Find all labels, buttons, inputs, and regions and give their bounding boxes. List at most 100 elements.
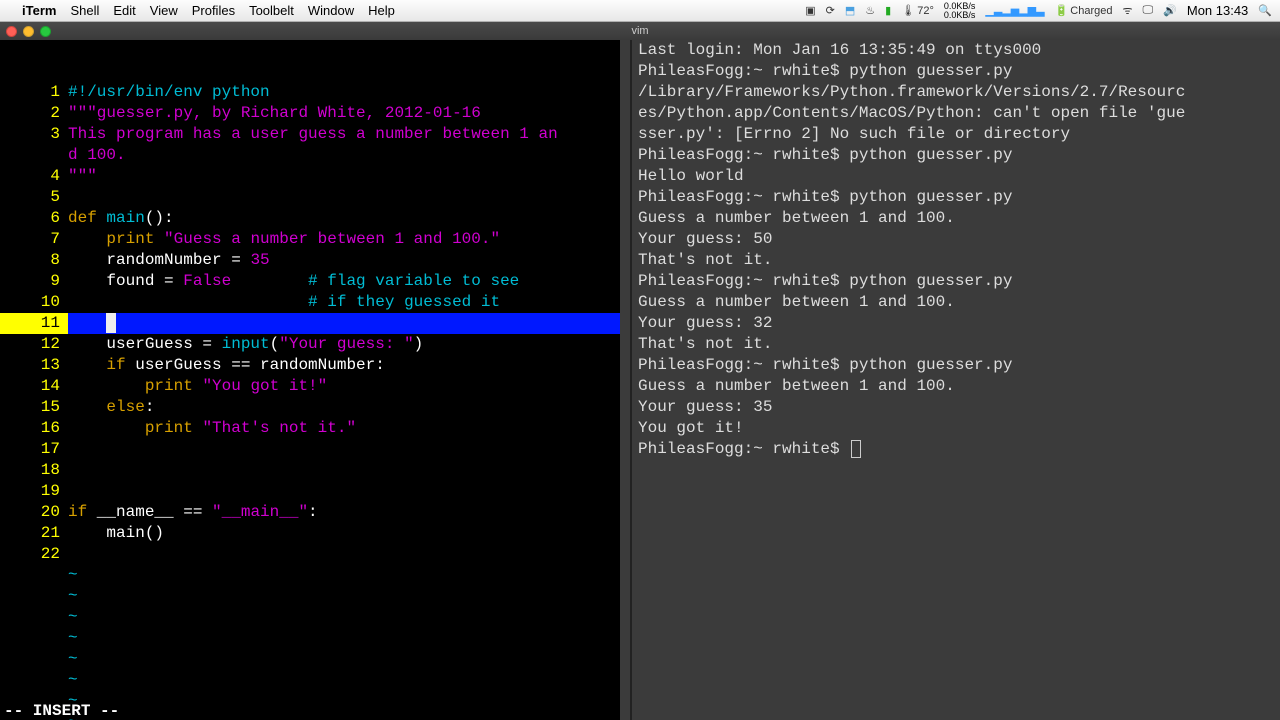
app-name[interactable]: iTerm [22, 3, 56, 18]
code-text: userGuess = input("Your guess: ") [68, 334, 620, 355]
menu-edit[interactable]: Edit [113, 3, 135, 18]
terminal-line: That's not it. [638, 250, 1274, 271]
line-number [0, 145, 68, 166]
code-line[interactable]: 11 [0, 313, 620, 334]
menu-window[interactable]: Window [308, 3, 354, 18]
code-line[interactable]: 7 print "Guess a number between 1 and 10… [0, 229, 620, 250]
code-line[interactable]: 17 [0, 439, 620, 460]
menu-toolbelt[interactable]: Toolbelt [249, 3, 294, 18]
line-number: 14 [0, 376, 68, 397]
menu-profiles[interactable]: Profiles [192, 3, 235, 18]
code-line[interactable]: 12 userGuess = input("Your guess: ") [0, 334, 620, 355]
code-line[interactable]: 1#!/usr/bin/env python [0, 82, 620, 103]
code-line[interactable]: 18 [0, 460, 620, 481]
code-line[interactable]: 13 if userGuess == randomNumber: [0, 355, 620, 376]
code-text: This program has a user guess a number b… [68, 124, 620, 145]
code-text [68, 439, 620, 460]
line-number: 22 [0, 544, 68, 565]
terminal-line: Your guess: 35 [638, 397, 1274, 418]
wifi-icon[interactable]: ᯤ [1123, 3, 1133, 18]
network-stats[interactable]: 0.0KB/s0.0KB/s [944, 2, 976, 20]
code-line[interactable]: 14 print "You got it!" [0, 376, 620, 397]
code-line[interactable]: 16 print "That's not it." [0, 418, 620, 439]
vim-mode-status: -- INSERT -- [0, 701, 119, 720]
activity-icon[interactable]: ▮ [885, 4, 891, 17]
clock[interactable]: Mon 13:43 [1187, 3, 1248, 18]
zoom-button[interactable] [40, 26, 51, 37]
line-number: 2 [0, 103, 68, 124]
vim-tilde: ~ [68, 670, 78, 691]
cursor [106, 313, 116, 333]
display-icon[interactable]: 🖵 [1143, 4, 1154, 17]
vim-tilde: ~ [68, 586, 78, 607]
menu-view[interactable]: View [150, 3, 178, 18]
vim-editor-pane[interactable]: 1#!/usr/bin/env python2"""guesser.py, by… [0, 40, 620, 720]
terminal-line: sser.py': [Errno 2] No such file or dire… [638, 124, 1274, 145]
code-line[interactable]: 6def main(): [0, 208, 620, 229]
temp-indicator[interactable]: 🌡72° [901, 4, 934, 17]
dropbox-icon[interactable]: ⬒ [845, 4, 855, 17]
code-line[interactable]: 20if __name__ == "__main__": [0, 502, 620, 523]
vim-tilde: ~ [68, 649, 78, 670]
line-number: 10 [0, 292, 68, 313]
code-text [68, 481, 620, 502]
line-number: 20 [0, 502, 68, 523]
code-line[interactable]: d 100. [0, 145, 620, 166]
traffic-lights [6, 26, 51, 37]
volume-icon[interactable]: 🔊 [1163, 4, 1177, 17]
terminal-line: PhileasFogg:~ rwhite$ python guesser.py [638, 271, 1274, 292]
cpu-bars-icon[interactable]: ▁▃▂▅▂▆▃ [985, 4, 1044, 17]
code-line[interactable]: 4""" [0, 166, 620, 187]
sync-icon[interactable]: ⟳ [826, 4, 835, 17]
battery-icon[interactable]: 🔋Charged [1055, 4, 1113, 17]
code-line[interactable]: 2"""guesser.py, by Richard White, 2012-0… [0, 103, 620, 124]
line-number: 13 [0, 355, 68, 376]
terminal-line: Your guess: 50 [638, 229, 1274, 250]
line-number: 8 [0, 250, 68, 271]
code-text [68, 544, 620, 565]
menu-shell[interactable]: Shell [70, 3, 99, 18]
window-title: vim [631, 25, 648, 37]
pane-divider[interactable] [620, 40, 630, 720]
flame-icon[interactable]: ♨ [865, 4, 875, 17]
code-text: randomNumber = 35 [68, 250, 620, 271]
line-number: 18 [0, 460, 68, 481]
code-line[interactable]: 19 [0, 481, 620, 502]
code-text: if __name__ == "__main__": [68, 502, 620, 523]
code-line[interactable]: 3This program has a user guess a number … [0, 124, 620, 145]
terminal-line: PhileasFogg:~ rwhite$ python guesser.py [638, 355, 1274, 376]
terminal-line: Last login: Mon Jan 16 13:35:49 on ttys0… [638, 40, 1274, 61]
code-line[interactable]: 8 randomNumber = 35 [0, 250, 620, 271]
minimize-button[interactable] [23, 26, 34, 37]
vim-tilde: ~ [68, 628, 78, 649]
code-line[interactable]: 22 [0, 544, 620, 565]
line-number: 21 [0, 523, 68, 544]
line-number: 7 [0, 229, 68, 250]
terminal-line: PhileasFogg:~ rwhite$ [638, 439, 1274, 460]
code-line[interactable]: 10 # if they guessed it [0, 292, 620, 313]
terminal-line: Guess a number between 1 and 100. [638, 208, 1274, 229]
line-number: 5 [0, 187, 68, 208]
window-titlebar[interactable]: vim [0, 22, 1280, 40]
code-line[interactable]: 15 else: [0, 397, 620, 418]
menubar: iTerm Shell Edit View Profiles Toolbelt … [0, 0, 1280, 22]
line-number: 3 [0, 124, 68, 145]
code-line[interactable]: 5 [0, 187, 620, 208]
code-text: def main(): [68, 208, 620, 229]
shell-output-pane[interactable]: Last login: Mon Jan 16 13:35:49 on ttys0… [630, 40, 1280, 720]
code-text [68, 187, 620, 208]
menubar-left: iTerm Shell Edit View Profiles Toolbelt … [8, 3, 395, 18]
terminal-line: PhileasFogg:~ rwhite$ python guesser.py [638, 187, 1274, 208]
code-text: # if they guessed it [68, 292, 620, 313]
menu-help[interactable]: Help [368, 3, 395, 18]
terminal-cursor [851, 440, 861, 458]
line-number: 1 [0, 82, 68, 103]
line-number: 6 [0, 208, 68, 229]
close-button[interactable] [6, 26, 17, 37]
terminal-line: PhileasFogg:~ rwhite$ python guesser.py [638, 61, 1274, 82]
code-line[interactable]: 21 main() [0, 523, 620, 544]
code-line[interactable]: 9 found = False # flag variable to see [0, 271, 620, 292]
screen-share-icon[interactable]: ▣ [805, 4, 815, 17]
code-text [68, 313, 620, 334]
spotlight-icon[interactable]: 🔍 [1258, 4, 1272, 17]
